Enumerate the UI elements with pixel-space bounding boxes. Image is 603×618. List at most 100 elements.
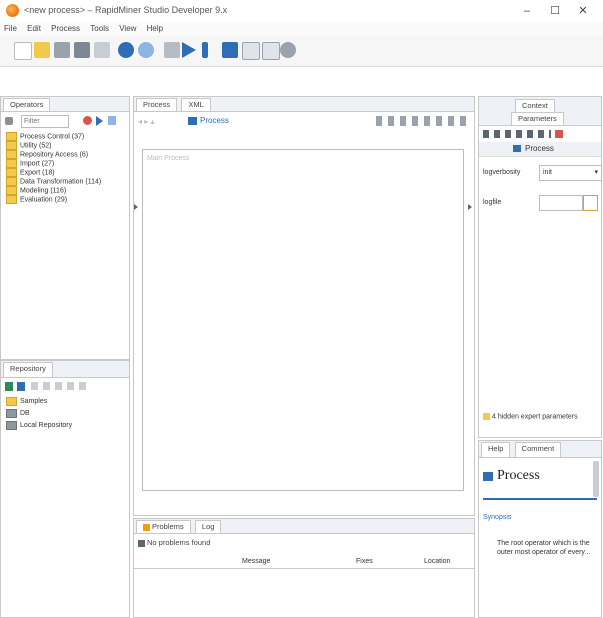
folder-icon xyxy=(6,177,17,186)
input-port-icon[interactable] xyxy=(134,204,138,210)
problems-panel: Problems Log No problems found Message F… xyxy=(133,518,475,618)
breadcrumb[interactable]: Process xyxy=(200,116,229,125)
operator-filter-input[interactable] xyxy=(21,115,69,128)
menu-help[interactable]: Help xyxy=(143,22,167,35)
expert-mode-icon[interactable] xyxy=(555,130,563,138)
tab-parameters[interactable]: Parameters xyxy=(511,112,564,125)
validate-icon[interactable] xyxy=(262,42,280,60)
redo-icon[interactable] xyxy=(138,42,154,58)
repo-item-db[interactable]: DB xyxy=(1,408,129,420)
tree-item-process-control[interactable]: Process Control (37) xyxy=(1,132,129,141)
save-icon[interactable] xyxy=(54,42,70,58)
hidden-params-note[interactable]: 4 hidden expert parameters xyxy=(483,413,578,420)
run-icon[interactable] xyxy=(182,42,196,58)
tab-repository[interactable]: Repository xyxy=(3,362,53,377)
tab-xml[interactable]: XML xyxy=(181,98,211,111)
tab-problems[interactable]: Problems xyxy=(136,520,191,533)
parameter-list: logverbosity init ▾ logfile xyxy=(479,157,602,227)
settings-icon[interactable] xyxy=(280,42,296,58)
tree-item-repository-access[interactable]: Repository Access (6) xyxy=(1,150,129,159)
menu-view[interactable]: View xyxy=(115,22,140,35)
import-data-icon[interactable] xyxy=(5,382,13,391)
problems-status: No problems found xyxy=(134,534,474,556)
new-process-icon[interactable] xyxy=(14,42,32,60)
repository-tools-icons[interactable] xyxy=(31,382,91,390)
window-title: <new process> – RapidMiner Studio Develo… xyxy=(24,5,228,15)
pause-icon[interactable] xyxy=(202,42,208,58)
menu-file[interactable]: File xyxy=(0,22,21,35)
close-button[interactable]: ✕ xyxy=(569,2,597,20)
tab-help[interactable]: Help xyxy=(481,442,511,457)
logverbosity-select[interactable]: init ▾ xyxy=(539,165,602,181)
repository-icon xyxy=(6,420,17,430)
add-icon[interactable] xyxy=(17,382,25,391)
synopsis-link[interactable]: Synopsis xyxy=(479,500,601,521)
folder-icon xyxy=(6,150,17,159)
help-scrollbar[interactable] xyxy=(593,461,599,497)
edit-icon[interactable] xyxy=(94,42,110,58)
logfile-input[interactable] xyxy=(539,195,583,211)
canvas-label: Main Process xyxy=(147,155,190,162)
main-toolbar xyxy=(0,36,603,67)
operator-search-icon[interactable] xyxy=(5,117,13,125)
warning-icon xyxy=(483,413,490,420)
param-label-logverbosity: logverbosity xyxy=(483,169,521,176)
repo-item-local[interactable]: Local Repository xyxy=(1,420,129,432)
help-panel: Help Comment Process Synopsis The root o… xyxy=(478,440,602,618)
operator-tree: Process Control (37) Utility (52) Reposi… xyxy=(1,132,129,204)
tree-item-import[interactable]: Import (27) xyxy=(1,159,129,168)
menu-bar: File Edit Process Tools View Help xyxy=(0,22,603,36)
undo-icon[interactable] xyxy=(118,42,134,58)
process-icon xyxy=(188,117,197,125)
minimize-button[interactable]: – xyxy=(513,2,541,20)
repo-item-samples[interactable]: Samples xyxy=(1,396,129,408)
stop-icon[interactable] xyxy=(222,42,238,58)
tree-item-data-transformation[interactable]: Data Transformation (114) xyxy=(1,177,129,186)
clear-filter-icon[interactable] xyxy=(83,116,92,125)
open-folder-icon[interactable] xyxy=(34,42,50,58)
save-as-icon[interactable] xyxy=(74,42,90,58)
parameter-tools-icons[interactable] xyxy=(483,130,551,138)
problems-table-header: Message Fixes Location xyxy=(134,556,474,569)
info-icon xyxy=(138,539,145,547)
parameters-header: Process xyxy=(479,142,601,157)
col-fixes[interactable]: Fixes xyxy=(356,558,373,565)
tree-item-export[interactable]: Export (18) xyxy=(1,168,129,177)
tab-process[interactable]: Process xyxy=(136,98,178,111)
tab-context[interactable]: Context xyxy=(515,99,555,112)
folder-icon xyxy=(6,396,17,406)
tab-comment[interactable]: Comment xyxy=(514,442,562,457)
tree-item-utility[interactable]: Utility (52) xyxy=(1,141,129,150)
process-tools-icons[interactable] xyxy=(376,116,466,126)
folder-icon xyxy=(6,141,17,150)
view-icon[interactable] xyxy=(242,42,260,60)
file-chooser-icon[interactable] xyxy=(583,195,598,211)
menu-process[interactable]: Process xyxy=(47,22,84,35)
output-port-icon[interactable] xyxy=(468,204,472,210)
app-logo-icon xyxy=(6,4,19,17)
sort-icon[interactable] xyxy=(108,116,116,125)
tab-log[interactable]: Log xyxy=(194,520,222,533)
help-title: Process xyxy=(497,468,540,483)
col-location[interactable]: Location xyxy=(424,558,450,565)
maximize-button[interactable]: ☐ xyxy=(541,2,569,20)
repository-tree: Samples DB Local Repository xyxy=(1,396,129,432)
menu-edit[interactable]: Edit xyxy=(23,22,45,35)
expand-icon[interactable] xyxy=(96,116,103,126)
breakpoint-icon[interactable] xyxy=(164,42,180,58)
tree-item-modeling[interactable]: Modeling (116) xyxy=(1,186,129,195)
tree-item-evaluation[interactable]: Evaluation (29) xyxy=(1,195,129,204)
warning-icon xyxy=(143,523,150,531)
nav-arrows-icon[interactable]: ◂ ▸ ▴ xyxy=(138,117,155,126)
process-canvas[interactable]: Main Process xyxy=(142,149,464,491)
col-message[interactable]: Message xyxy=(242,558,270,565)
repository-panel: Repository Samples DB Local Repository xyxy=(0,360,130,618)
process-panel: Process XML ◂ ▸ ▴ Process Main Process xyxy=(133,96,475,516)
menu-tools[interactable]: Tools xyxy=(86,22,113,35)
folder-icon xyxy=(6,186,17,195)
title-bar: <new process> – RapidMiner Studio Develo… xyxy=(0,0,603,22)
folder-icon xyxy=(6,168,17,177)
folder-icon xyxy=(6,159,17,168)
tab-operators[interactable]: Operators xyxy=(3,98,51,111)
param-label-logfile: logfile xyxy=(483,199,502,206)
